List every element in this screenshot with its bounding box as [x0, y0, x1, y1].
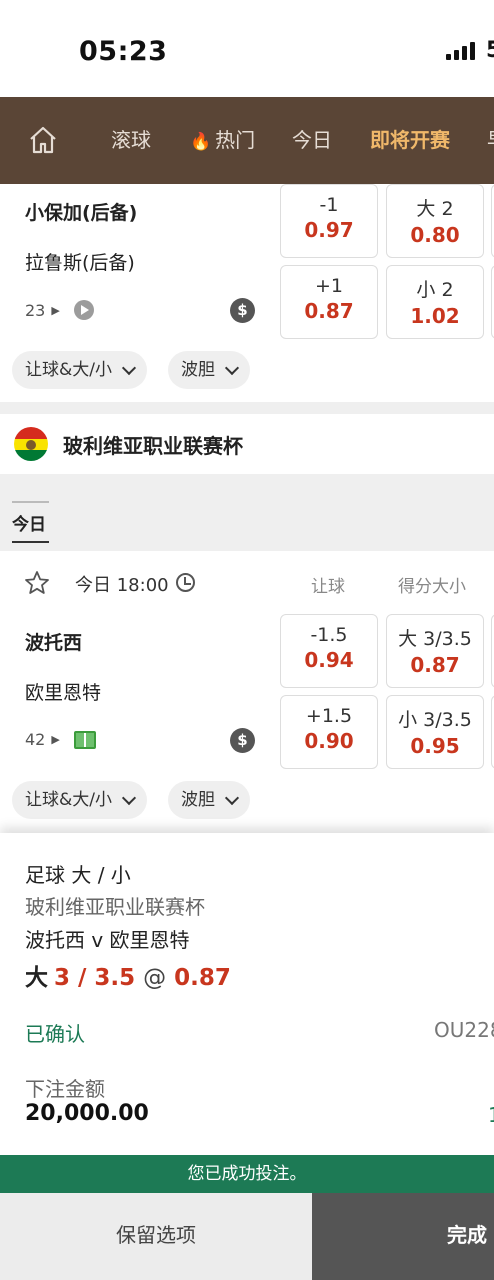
chip-label: 波胆 [181, 360, 215, 380]
nav-item-upcoming[interactable]: 即将开赛 [370, 97, 450, 184]
selection-side: 大 [25, 965, 48, 991]
bet-event: 波托西 v 欧里恩特 [25, 928, 190, 952]
status-time: 05:23 [79, 36, 168, 67]
stake-amount: 20,000.00 [25, 1101, 149, 1126]
odds-line: 大 2 [416, 198, 454, 220]
chevron-down-icon [121, 790, 137, 805]
odds-price: 0.90 [304, 729, 354, 753]
odds-price: 0.95 [410, 734, 460, 758]
away-team: 拉鲁斯(后备) [25, 252, 135, 274]
odds-line: +1 [314, 275, 343, 297]
chip-label: 波胆 [181, 790, 215, 810]
odds-button[interactable]: 小 2 1.02 [386, 265, 484, 339]
date-tab-strip: 今日 [0, 474, 494, 551]
home-icon[interactable] [28, 125, 58, 155]
odds-button[interactable]: -1.5 0.94 [280, 614, 378, 688]
more-markets[interactable]: 23 ▶ [25, 300, 94, 320]
nav-item-hot-label: 热门 [215, 128, 256, 152]
odds-price: 1.02 [410, 304, 460, 328]
column-header-total: 得分大小 [398, 577, 466, 597]
chip-label: 让球&大/小 [25, 790, 112, 810]
league-header[interactable]: 玻利维亚职业联赛杯 [0, 414, 494, 474]
nav-item-today[interactable]: 今日 [292, 97, 332, 184]
odds-price: 0.87 [410, 653, 460, 677]
caret-right-icon: ▶ [51, 733, 60, 746]
more-markets[interactable]: 42 ▶ [25, 730, 96, 749]
top-nav: 滚球 🔥热门 今日 即将开赛 早 [0, 97, 494, 184]
match-card: 小保加(后备) 拉鲁斯(后备) -1 0.97 大 2 0.80 +1 0.87… [0, 184, 494, 402]
chevron-down-icon [121, 360, 137, 375]
nav-item-live[interactable]: 滚球 [111, 97, 151, 184]
column-header-handicap: 让球 [311, 577, 345, 597]
bet-status: 已确认 [25, 1022, 85, 1046]
chip-label: 让球&大/小 [25, 360, 112, 380]
payout-value: 1 [488, 1103, 494, 1127]
odds-price: 0.97 [304, 218, 354, 242]
home-team: 小保加(后备) [25, 202, 138, 224]
bet-reference: OU228 [434, 1018, 494, 1042]
markets-count: 42 [25, 730, 46, 749]
odds-button[interactable]: +1 0.87 [280, 265, 378, 339]
star-icon[interactable] [24, 570, 50, 596]
odds-line: 大 3/3.5 [398, 628, 472, 650]
pitch-icon[interactable] [73, 730, 96, 749]
odds-line: -1.5 [310, 624, 348, 646]
keep-selections-button[interactable]: 保留选项 [0, 1193, 312, 1280]
nav-item-early[interactable]: 早 [487, 97, 494, 184]
bet-league: 玻利维亚职业联赛杯 [25, 895, 205, 919]
league-name: 玻利维亚职业联赛杯 [63, 434, 243, 458]
odds-line: +1.5 [305, 705, 353, 727]
bet-selection: 大3 / 3.5 @0.87 [25, 958, 231, 992]
signal-icon [446, 42, 475, 60]
odds-button[interactable]: 大 2 0.80 [386, 184, 484, 258]
odds-price: 0.80 [410, 223, 460, 247]
odds-line: 小 3/3.5 [398, 709, 472, 731]
odds-price: 0.87 [304, 299, 354, 323]
odds-button[interactable]: 小 3/3.5 0.95 [386, 695, 484, 769]
fire-icon: 🔥 [190, 132, 212, 152]
chevron-down-icon [224, 790, 240, 805]
selection-line: 3 / 3.5 [54, 965, 136, 991]
status-extra: 5 [486, 38, 494, 63]
at-symbol: @ [143, 965, 167, 991]
bet-market: 足球 大 / 小 [25, 863, 131, 887]
success-banner: 您已成功投注。 [0, 1155, 494, 1193]
home-team: 波托西 [25, 632, 83, 654]
market-chip[interactable]: 波胆 [168, 781, 250, 819]
section-divider [0, 402, 494, 414]
dollar-icon[interactable]: $ [230, 298, 255, 323]
bolivia-flag-icon [14, 427, 48, 461]
odds-button[interactable]: +1.5 0.90 [280, 695, 378, 769]
markets-count: 23 [25, 300, 46, 320]
clock-icon [176, 573, 195, 592]
odds-button[interactable]: 大 3/3.5 0.87 [386, 614, 484, 688]
match-time: 今日 18:00 [75, 575, 169, 596]
odds-line: 小 2 [416, 279, 454, 301]
market-chip[interactable]: 让球&大/小 [12, 351, 147, 389]
market-chip[interactable]: 让球&大/小 [12, 781, 147, 819]
done-button[interactable]: 完成 [312, 1193, 494, 1280]
caret-right-icon: ▶ [51, 303, 60, 317]
away-team: 欧里恩特 [25, 682, 102, 704]
match-card: 波托西 欧里恩特 -1.5 0.94 大 3/3.5 0.87 +1.5 0.9… [0, 614, 494, 826]
market-chip[interactable]: 波胆 [168, 351, 250, 389]
odds-line: -1 [319, 194, 339, 216]
chevron-down-icon [224, 360, 240, 375]
play-icon[interactable] [73, 300, 94, 320]
tab-today[interactable]: 今日 [12, 501, 49, 543]
selection-price: 0.87 [174, 965, 231, 991]
nav-item-hot[interactable]: 🔥 热门 [190, 97, 255, 184]
odds-price: 0.94 [304, 648, 354, 672]
odds-button[interactable]: -1 0.97 [280, 184, 378, 258]
status-bar: 05:23 5 [0, 0, 494, 97]
dollar-icon[interactable]: $ [230, 728, 255, 753]
stake-label: 下注金额 [25, 1077, 105, 1101]
